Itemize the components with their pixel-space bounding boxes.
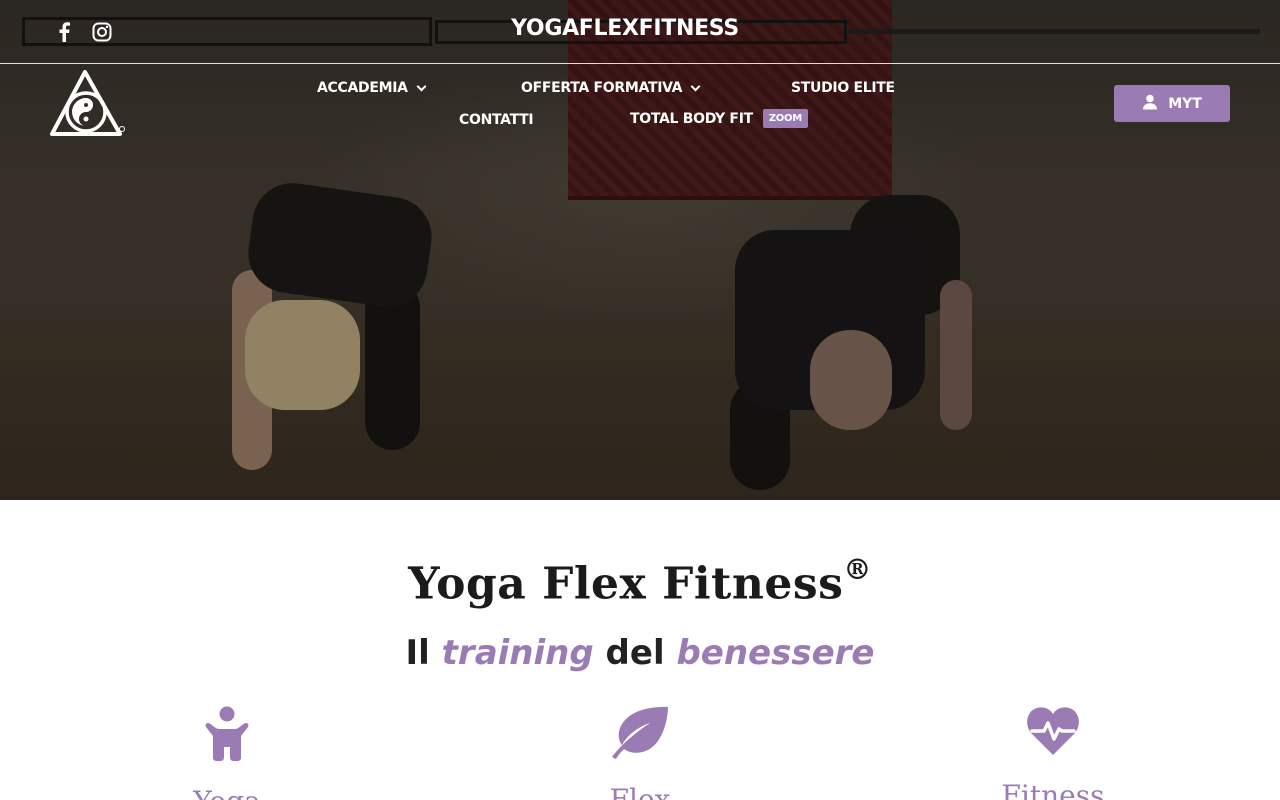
myt-login-button[interactable]: MYT bbox=[1114, 85, 1230, 122]
feature-label: Yoga bbox=[127, 785, 327, 800]
nav-item-accademia[interactable]: ACCADEMIA bbox=[317, 80, 427, 96]
heartbeat-icon bbox=[953, 705, 1153, 755]
nav-item-contatti[interactable]: CONTATTI bbox=[459, 112, 534, 128]
child-figure-icon bbox=[127, 705, 327, 761]
site-logo[interactable] bbox=[48, 68, 128, 140]
nav-item-label: TOTAL BODY FIT bbox=[630, 110, 753, 127]
nav-item-label: STUDIO ELITE bbox=[791, 80, 895, 96]
page-subtitle: Il training del benessere bbox=[0, 633, 1280, 673]
top-bar: YOGAFLEXFITNESS bbox=[0, 0, 1280, 64]
subtitle-text: del bbox=[593, 633, 677, 673]
top-bar-divider bbox=[848, 29, 1260, 34]
myt-label: MYT bbox=[1168, 95, 1202, 112]
feature-fitness[interactable]: Fitness bbox=[953, 705, 1153, 800]
facebook-icon[interactable] bbox=[52, 20, 76, 44]
feature-flex[interactable]: Flex bbox=[540, 705, 740, 800]
nav-item-total-body-fit[interactable]: TOTAL BODY FIT ZOOM bbox=[630, 109, 808, 128]
instagram-icon[interactable] bbox=[90, 20, 114, 44]
feature-label: Fitness bbox=[1001, 779, 1105, 800]
nav-item-label: OFFERTA FORMATIVA bbox=[521, 80, 683, 96]
page-title-text: Yoga Flex Fitness bbox=[408, 558, 844, 610]
feature-label: Flex bbox=[609, 783, 671, 800]
page-title: Yoga Flex Fitness® bbox=[0, 553, 1280, 610]
nav-item-studio-elite[interactable]: STUDIO ELITE bbox=[791, 80, 895, 96]
nav-item-label: ACCADEMIA bbox=[317, 80, 408, 96]
feature-yoga[interactable]: Yoga bbox=[127, 705, 327, 800]
site-brand[interactable]: YOGAFLEXFITNESS bbox=[480, 16, 770, 41]
nav-item-label: CONTATTI bbox=[459, 112, 534, 128]
subtitle-highlight: benessere bbox=[676, 633, 875, 673]
zoom-badge: ZOOM bbox=[762, 109, 808, 128]
chevron-down-icon bbox=[416, 81, 427, 91]
hero-image bbox=[0, 0, 1280, 500]
leaf-icon bbox=[540, 705, 740, 759]
nav-item-offerta-formativa[interactable]: OFFERTA FORMATIVA bbox=[521, 80, 701, 96]
user-icon bbox=[1142, 94, 1158, 114]
hero-overlay bbox=[0, 0, 1280, 500]
subtitle-highlight: training bbox=[441, 633, 594, 673]
registered-mark: ® bbox=[843, 553, 872, 586]
chevron-down-icon bbox=[690, 81, 701, 91]
subtitle-text: Il bbox=[405, 633, 442, 673]
top-bar-frame bbox=[22, 17, 432, 46]
